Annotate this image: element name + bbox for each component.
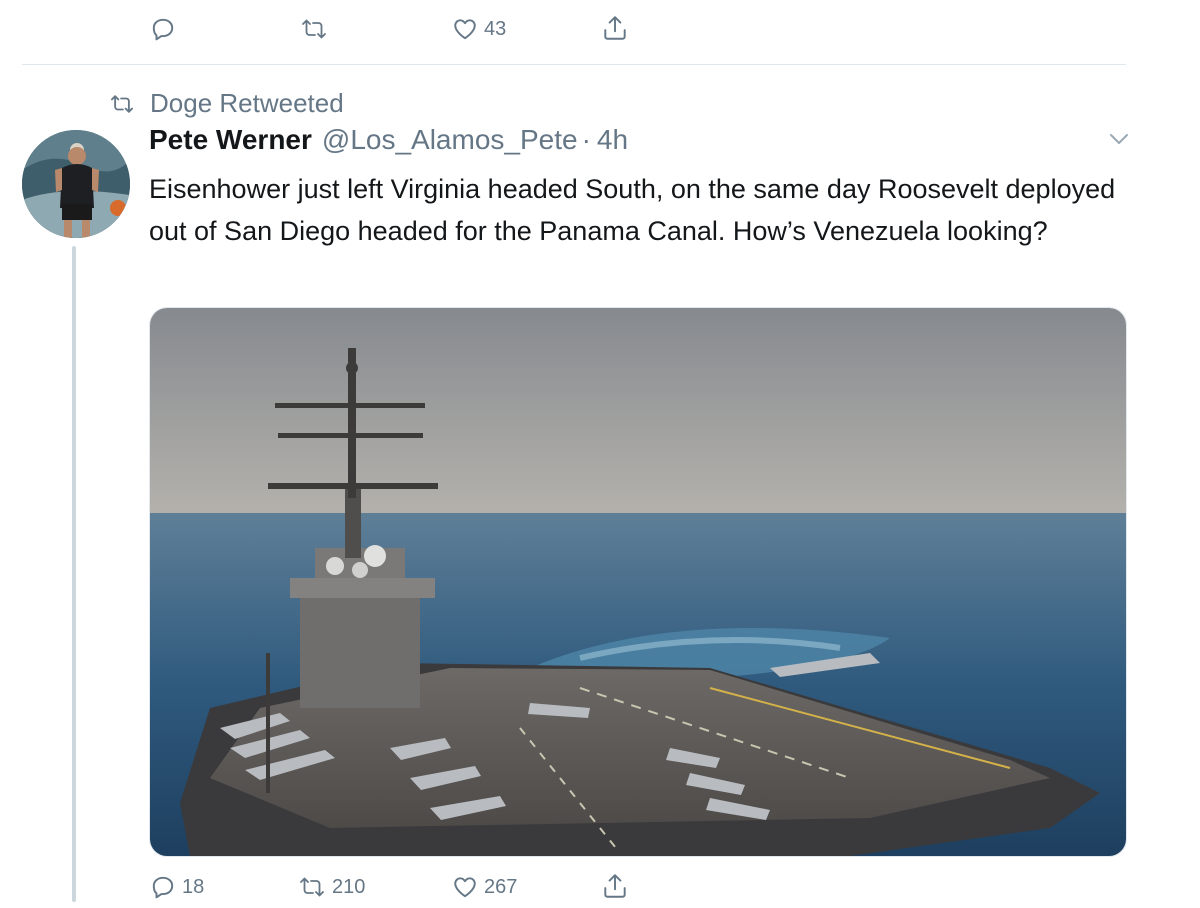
share-icon <box>604 16 626 40</box>
retweet-icon <box>302 19 326 39</box>
tweet-text: Eisenhower just left Virginia headed Sou… <box>149 174 1116 246</box>
reply-count: 18 <box>182 875 205 898</box>
prev-retweet-button[interactable] <box>300 16 334 42</box>
retweet-button[interactable]: 210 <box>298 874 365 900</box>
prev-like-count: 43 <box>484 17 507 40</box>
like-button[interactable]: 267 <box>452 874 517 900</box>
aircraft-carrier-photo <box>150 308 1126 856</box>
reply-icon <box>152 876 174 899</box>
tweet-header: Pete Werner @Los_Alamos_Pete · 4h <box>149 124 628 156</box>
chevron-down-icon <box>1110 134 1128 144</box>
tweet-timestamp[interactable]: 4h <box>597 124 628 156</box>
thread-line <box>72 246 76 902</box>
share-icon <box>604 874 626 898</box>
prev-share-button[interactable] <box>602 14 628 42</box>
share-button[interactable] <box>602 872 628 900</box>
tweet-divider <box>22 64 1126 65</box>
reply-button[interactable]: 18 <box>150 874 204 900</box>
retweet-context[interactable]: Doge Retweeted <box>108 88 344 119</box>
retweet-count: 210 <box>332 875 366 898</box>
heart-icon <box>454 877 476 898</box>
like-count: 267 <box>484 875 518 898</box>
header-separator: · <box>581 124 591 155</box>
retweet-icon <box>111 94 133 113</box>
tweet-more-button[interactable] <box>1108 132 1130 151</box>
retweet-icon <box>300 877 324 897</box>
avatar[interactable] <box>22 130 130 238</box>
avatar-photo <box>22 130 130 238</box>
heart-icon <box>454 19 476 40</box>
author-handle[interactable]: @Los_Alamos_Pete <box>322 124 578 156</box>
tweet-media-image[interactable] <box>149 307 1127 857</box>
prev-like-button[interactable]: 43 <box>452 16 506 42</box>
retweet-context-label: Doge Retweeted <box>150 88 344 118</box>
prev-reply-button[interactable] <box>150 16 182 42</box>
reply-icon <box>152 18 174 41</box>
author-name[interactable]: Pete Werner <box>149 124 312 156</box>
